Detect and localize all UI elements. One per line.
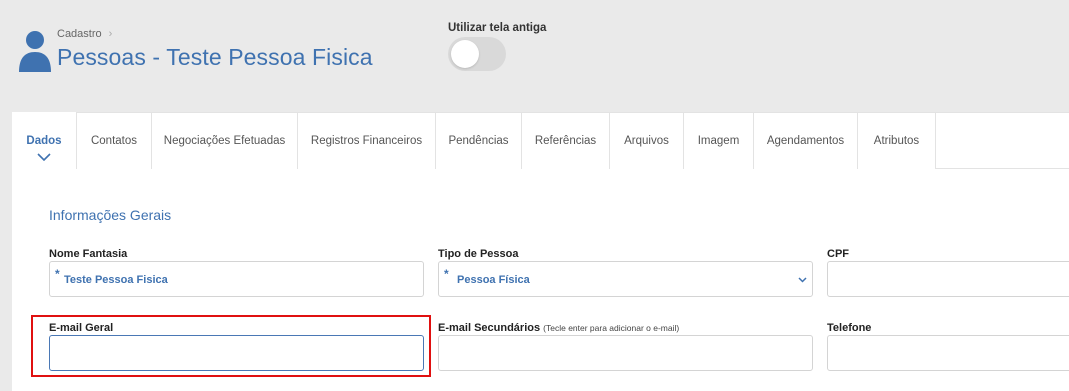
email-secundarios-hint: (Tecle enter para adicionar o e-mail): [543, 323, 680, 333]
email-secundarios-label: E-mail Secundários (Tecle enter para adi…: [438, 322, 679, 334]
tab-referencias[interactable]: Referências: [522, 112, 610, 169]
tab-label: Pendências: [448, 135, 509, 147]
tab-pendencias[interactable]: Pendências: [436, 112, 522, 169]
page-title: Pessoas - Teste Pessoa Fisica: [57, 44, 373, 70]
chevron-right-icon: ›: [108, 28, 113, 40]
person-icon: [19, 31, 51, 72]
telefone-field[interactable]: [827, 335, 1069, 371]
breadcrumb-item-cadastro[interactable]: Cadastro: [57, 28, 102, 40]
tab-label: Agendamentos: [766, 135, 845, 147]
chevron-down-icon: [798, 277, 807, 283]
section-title: Informações Gerais: [49, 207, 172, 223]
chevron-down-icon: [37, 153, 51, 161]
tab-bar: Dados Contatos Negociações Efetuadas Reg…: [12, 112, 1069, 169]
tab-label: Imagem: [697, 135, 740, 147]
cpf-field[interactable]: [827, 261, 1069, 297]
tipo-pessoa-label: Tipo de Pessoa: [438, 248, 519, 260]
nome-fantasia-label: Nome Fantasia: [49, 248, 128, 260]
tab-label: Atributos: [873, 135, 920, 147]
tab-label: Negociações Efetuadas: [163, 135, 286, 147]
tab-agendamentos[interactable]: Agendamentos: [754, 112, 858, 169]
nome-fantasia-value: Teste Pessoa Fisica: [64, 274, 168, 286]
tab-contatos[interactable]: Contatos: [77, 112, 152, 169]
tab-imagem[interactable]: Imagem: [684, 112, 754, 169]
tab-registros-financeiros[interactable]: Registros Financeiros: [298, 112, 436, 169]
tab-atributos[interactable]: Atributos: [858, 112, 936, 169]
tipo-pessoa-value: Pessoa Física: [457, 274, 530, 286]
old-screen-label: Utilizar tela antiga: [448, 22, 547, 34]
tab-label: Arquivos: [624, 135, 669, 147]
tab-negociacoes[interactable]: Negociações Efetuadas: [152, 112, 298, 169]
tab-label: Registros Financeiros: [310, 135, 423, 147]
tab-label: Dados: [26, 134, 62, 147]
tab-label: Referências: [534, 135, 597, 147]
tab-label: Contatos: [90, 135, 138, 147]
page-header: Cadastro › Pessoas - Teste Pessoa Fisica…: [0, 0, 1069, 112]
toggle-knob: [451, 40, 479, 68]
breadcrumb: Cadastro ›: [57, 28, 112, 40]
highlight-box: [31, 315, 431, 377]
telefone-label: Telefone: [827, 322, 872, 334]
email-secundarios-field[interactable]: [438, 335, 813, 371]
old-screen-toggle[interactable]: [448, 37, 506, 71]
tab-arquivos[interactable]: Arquivos: [610, 112, 684, 169]
required-marker: *: [55, 267, 60, 281]
cpf-label: CPF: [827, 248, 849, 260]
tab-bar-fill: [936, 112, 1069, 169]
email-secundarios-title: E-mail Secundários: [438, 322, 541, 334]
tab-dados[interactable]: Dados: [12, 112, 77, 169]
required-marker: *: [444, 267, 449, 281]
